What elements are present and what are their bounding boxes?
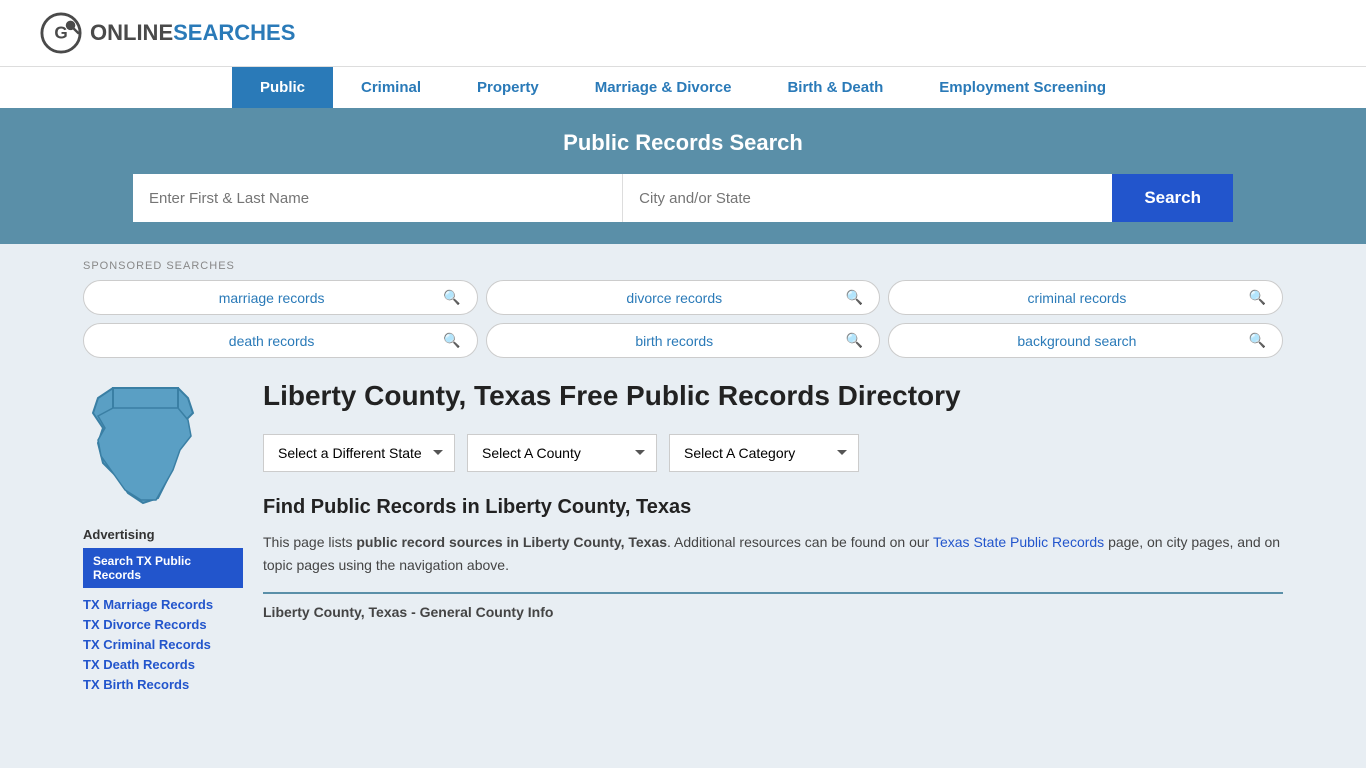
find-desc-2: . Additional resources can be found on o… [667, 534, 933, 550]
ad-link-birth[interactable]: TX Birth Records [83, 677, 189, 692]
logo-online: ONLINE [90, 20, 173, 45]
search-bar: Search [133, 174, 1233, 222]
sponsored-marriage-records[interactable]: marriage records 🔍 [83, 280, 478, 315]
search-icon-2: 🔍 [846, 289, 863, 306]
ad-link-divorce[interactable]: TX Divorce Records [83, 617, 207, 632]
county-info-bar: Liberty County, Texas - General County I… [263, 592, 1283, 620]
sponsored-section: SPONSORED SEARCHES marriage records 🔍 di… [83, 260, 1283, 696]
nav-criminal[interactable]: Criminal [333, 67, 449, 108]
category-dropdown[interactable]: Select A Category [669, 434, 859, 472]
find-title: Find Public Records in Liberty County, T… [263, 496, 1283, 519]
nav-employment-screening[interactable]: Employment Screening [911, 67, 1134, 108]
sidebar: Advertising Search TX Public Records TX … [83, 378, 243, 696]
sponsored-criminal-label: criminal records [905, 290, 1248, 306]
find-tx-link[interactable]: Texas State Public Records [933, 534, 1104, 550]
advertising-label: Advertising [83, 527, 243, 542]
search-button[interactable]: Search [1112, 174, 1233, 222]
logo-searches: SEARCHES [173, 20, 295, 45]
location-input[interactable] [623, 174, 1112, 222]
hero-title: Public Records Search [40, 130, 1326, 156]
sponsored-criminal-records[interactable]: criminal records 🔍 [888, 280, 1283, 315]
find-desc-bold: public record sources in Liberty County,… [356, 534, 667, 550]
sponsored-divorce-label: divorce records [503, 290, 846, 306]
sponsored-birth-records[interactable]: birth records 🔍 [486, 323, 881, 358]
logo[interactable]: G ONLINESEARCHES [40, 12, 295, 54]
ad-links-list: TX Marriage Records TX Divorce Records T… [83, 596, 243, 692]
sponsored-death-label: death records [100, 333, 443, 349]
search-icon-3: 🔍 [1249, 289, 1266, 306]
logo-icon: G [40, 12, 82, 54]
sponsored-divorce-records[interactable]: divorce records 🔍 [486, 280, 881, 315]
sponsored-grid: marriage records 🔍 divorce records 🔍 cri… [83, 280, 1283, 358]
search-icon-6: 🔍 [1249, 332, 1266, 349]
main-wrapper: SPONSORED SEARCHES marriage records 🔍 di… [63, 244, 1303, 712]
find-description: This page lists public record sources in… [263, 531, 1283, 576]
main-nav: Public Criminal Property Marriage & Divo… [0, 66, 1366, 108]
sponsored-marriage-label: marriage records [100, 290, 443, 306]
sponsored-death-records[interactable]: death records 🔍 [83, 323, 478, 358]
svg-text:G: G [54, 23, 67, 43]
county-dropdown[interactable]: Select A County [467, 434, 657, 472]
name-input[interactable] [133, 174, 623, 222]
ad-link-marriage[interactable]: TX Marriage Records [83, 597, 213, 612]
dropdowns-row: Select a Different State Select A County… [263, 434, 1283, 472]
sponsored-background-label: background search [905, 333, 1248, 349]
search-icon-5: 🔍 [846, 332, 863, 349]
logo-text: ONLINESEARCHES [90, 20, 295, 46]
nav-marriage-divorce[interactable]: Marriage & Divorce [567, 67, 760, 108]
state-dropdown[interactable]: Select a Different State [263, 434, 455, 472]
main-content: Liberty County, Texas Free Public Record… [263, 378, 1283, 620]
sponsored-label: SPONSORED SEARCHES [83, 260, 1283, 272]
ad-link-featured[interactable]: Search TX Public Records [83, 548, 243, 588]
page-title: Liberty County, Texas Free Public Record… [263, 378, 1283, 414]
content-row: Advertising Search TX Public Records TX … [83, 378, 1283, 696]
find-desc-1: This page lists [263, 534, 356, 550]
hero-section: Public Records Search Search [0, 108, 1366, 244]
search-icon-1: 🔍 [443, 289, 460, 306]
nav-property[interactable]: Property [449, 67, 567, 108]
search-icon-4: 🔍 [443, 332, 460, 349]
header: G ONLINESEARCHES [0, 0, 1366, 66]
sponsored-birth-label: birth records [503, 333, 846, 349]
nav-public[interactable]: Public [232, 67, 333, 108]
ad-link-death[interactable]: TX Death Records [83, 657, 195, 672]
texas-map [83, 378, 213, 508]
sponsored-background-search[interactable]: background search 🔍 [888, 323, 1283, 358]
ad-link-criminal[interactable]: TX Criminal Records [83, 637, 211, 652]
nav-birth-death[interactable]: Birth & Death [759, 67, 911, 108]
county-info-title: Liberty County, Texas - General County I… [263, 604, 1283, 620]
